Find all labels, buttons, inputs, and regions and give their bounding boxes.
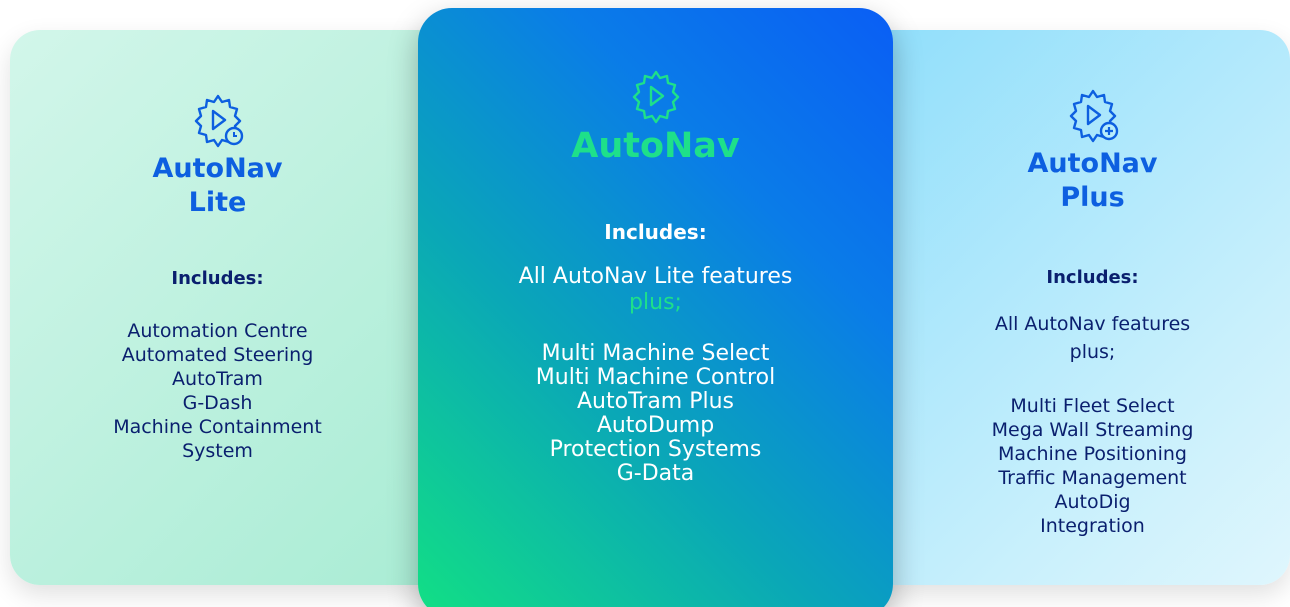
card-title: AutoNav — [571, 126, 740, 166]
list-item: Machine Containment — [113, 416, 322, 438]
card-autonav: AutoNav Includes: All AutoNav Lite featu… — [418, 8, 893, 607]
list-item: Automated Steering — [121, 344, 314, 366]
includes-label: Includes: — [171, 268, 264, 289]
lead-line: All AutoNav Lite features — [518, 264, 793, 289]
card-title: AutoNav Lite — [10, 152, 425, 220]
gear-play-plus-icon — [1069, 89, 1118, 143]
list-item: Machine Positioning — [998, 443, 1187, 465]
includes-label: Includes: — [604, 220, 707, 244]
list-item: AutoTram — [172, 368, 263, 390]
list-item: G-Dash — [182, 392, 253, 414]
title-line: AutoNav — [152, 153, 283, 184]
card-autonav-plus: AutoNav Plus Includes: All AutoNav featu… — [860, 30, 1290, 585]
lead-line: plus; — [1069, 341, 1116, 363]
card-title: AutoNav Plus — [880, 147, 1290, 215]
list-item: Multi Fleet Select — [1010, 395, 1175, 417]
list-item: Integration — [1040, 515, 1145, 537]
list-item: Traffic Management — [998, 467, 1187, 489]
title-line: Lite — [188, 187, 247, 218]
list-item: Mega Wall Streaming — [991, 419, 1194, 441]
includes-label: Includes: — [1046, 267, 1139, 288]
feature-list: Multi Machine Select Multi Machine Contr… — [418, 342, 893, 486]
lead-plus: plus; — [629, 290, 682, 315]
title-line: Plus — [1060, 182, 1125, 213]
card-content: AutoNav Plus Includes: All AutoNav featu… — [880, 30, 1290, 538]
gear-play-clock-icon — [194, 94, 243, 148]
list-item: System — [182, 440, 253, 462]
title-line: AutoNav — [1027, 148, 1158, 179]
list-item: Multi Machine Control — [535, 365, 776, 390]
card-content: AutoNav Lite Includes: Automation Centre… — [10, 30, 425, 463]
feature-list: Multi Fleet Select Mega Wall Streaming M… — [880, 394, 1290, 538]
card-autonav-lite: AutoNav Lite Includes: Automation Centre… — [10, 30, 450, 585]
feature-list: Automation Centre Automated Steering Aut… — [10, 319, 425, 463]
gear-play-icon — [632, 70, 679, 124]
list-item: G-Data — [616, 461, 695, 486]
lead-text: All AutoNav Lite features plus; — [418, 264, 893, 316]
lead-line: All AutoNav features — [994, 313, 1191, 335]
lead-text: All AutoNav features plus; — [880, 310, 1290, 366]
list-item: AutoDump — [596, 413, 715, 438]
pricing-comparison: AutoNav Lite Includes: Automation Centre… — [0, 0, 1290, 607]
list-item: Multi Machine Select — [541, 341, 770, 366]
list-item: Automation Centre — [127, 320, 308, 342]
list-item: AutoTram Plus — [576, 389, 735, 414]
list-item: AutoDig — [1054, 491, 1131, 513]
list-item: Protection Systems — [549, 437, 762, 462]
